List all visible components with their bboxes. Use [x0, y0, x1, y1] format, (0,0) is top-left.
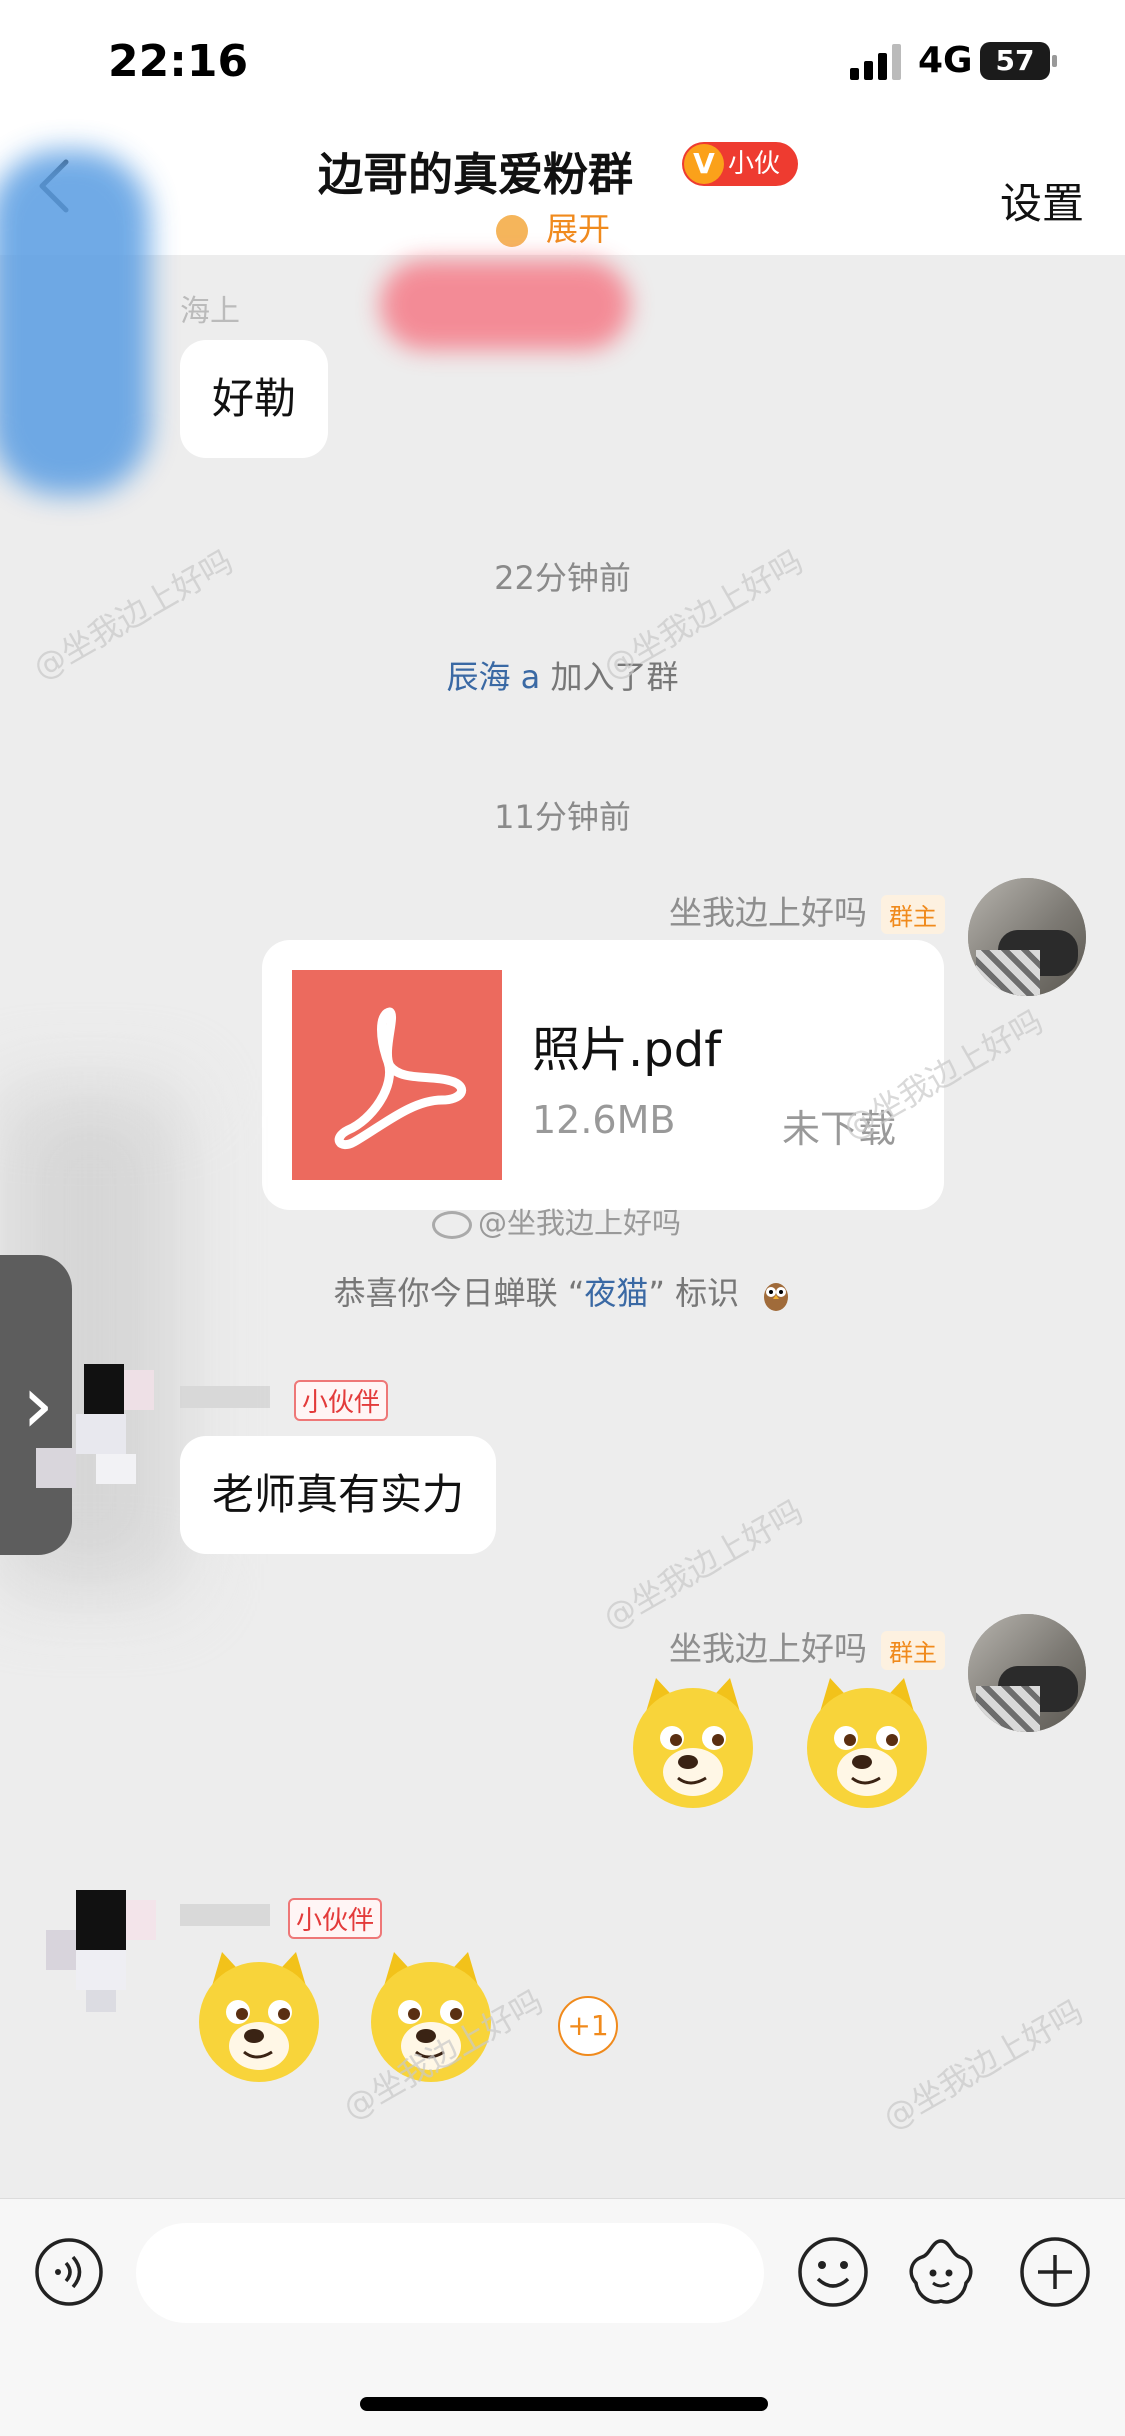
battery-icon: 57 [980, 42, 1057, 80]
sticker-icon[interactable] [904, 2235, 978, 2309]
pdf-icon [292, 970, 502, 1180]
reaction-plus-one[interactable]: +1 [558, 1996, 618, 2056]
weibo-watermark: @坐我边上好吗 [432, 1200, 681, 1242]
system-message: 辰海 a 加入了群 [0, 652, 1125, 698]
add-icon[interactable] [1018, 2235, 1092, 2309]
sys-suffix: ” 标识 [648, 1274, 740, 1312]
signal-icon [850, 44, 901, 80]
timestamp: 11分钟前 [494, 798, 631, 836]
avatar[interactable] [968, 878, 1086, 996]
network-label: 4G [918, 40, 973, 81]
watermark: @坐我边上好吗 [596, 1492, 810, 1638]
joined-user-link[interactable]: 辰海 a [447, 658, 541, 696]
status-time: 22:16 [108, 36, 249, 87]
owner-tag: 群主 [881, 895, 945, 934]
message-input[interactable] [136, 2223, 764, 2323]
redacted-avatar [0, 150, 150, 495]
sender-header: 坐我边上好吗 群主 [669, 1622, 945, 1670]
battery-level: 57 [995, 44, 1035, 77]
doge-sticker[interactable] [802, 1676, 932, 1811]
emoji-icon[interactable] [796, 2235, 870, 2309]
owner-tag: 群主 [881, 1631, 945, 1670]
file-size: 12.6MB [532, 1098, 676, 1142]
avatar[interactable] [968, 1614, 1086, 1732]
buddy-tag: 小伙伴 [288, 1898, 383, 1939]
redacted-name [180, 1386, 270, 1408]
weibo-icon [432, 1211, 472, 1239]
weibo-handle: @坐我边上好吗 [478, 1206, 682, 1240]
redacted-name [380, 260, 630, 350]
sender-name-hint: 海上 [180, 294, 240, 329]
expand-icon [496, 215, 528, 247]
status-bar: 22:16 4G 57 [0, 0, 1125, 130]
home-indicator [360, 2397, 768, 2411]
chat-header: 边哥的真爱粉群 V 小伙伴 展开 设置 [0, 130, 1125, 255]
watermark: @坐我边上好吗 [876, 1992, 1090, 2138]
expand-button[interactable]: 展开 [496, 204, 610, 250]
sys-prefix: 恭喜你今日蝉联 “ [333, 1274, 585, 1312]
sys-highlight: 夜猫 [584, 1274, 649, 1312]
group-title[interactable]: 边哥的真爱粉群 [318, 138, 633, 203]
redacted-name [180, 1904, 270, 1926]
badge-label: 小伙伴 [728, 149, 781, 223]
buddy-tag: 小伙伴 [294, 1380, 389, 1421]
settings-button[interactable]: 设置 [1000, 170, 1084, 231]
file-message[interactable]: 照片.pdf 12.6MB 未下载 [262, 940, 944, 1210]
avatar[interactable] [36, 1364, 156, 1494]
message-bubble[interactable]: 老师真有实力 [180, 1436, 497, 1554]
avatar[interactable] [36, 1890, 156, 2020]
sender-name: 坐我边上好吗 [669, 893, 867, 932]
message-bubble[interactable]: 好勒 [180, 340, 329, 458]
voice-icon[interactable] [34, 2237, 104, 2307]
group-badge: V 小伙伴 [682, 142, 798, 223]
sender-name: 坐我边上好吗 [669, 1629, 867, 1668]
doge-sticker[interactable] [194, 1950, 324, 2085]
doge-sticker[interactable] [628, 1676, 758, 1811]
file-name: 照片.pdf [532, 1022, 722, 1078]
expand-label: 展开 [546, 210, 611, 248]
input-bar [0, 2198, 1125, 2436]
owl-icon [764, 1283, 789, 1311]
sender-header: 坐我边上好吗 群主 [669, 886, 945, 934]
v-badge-icon: V [684, 144, 724, 184]
